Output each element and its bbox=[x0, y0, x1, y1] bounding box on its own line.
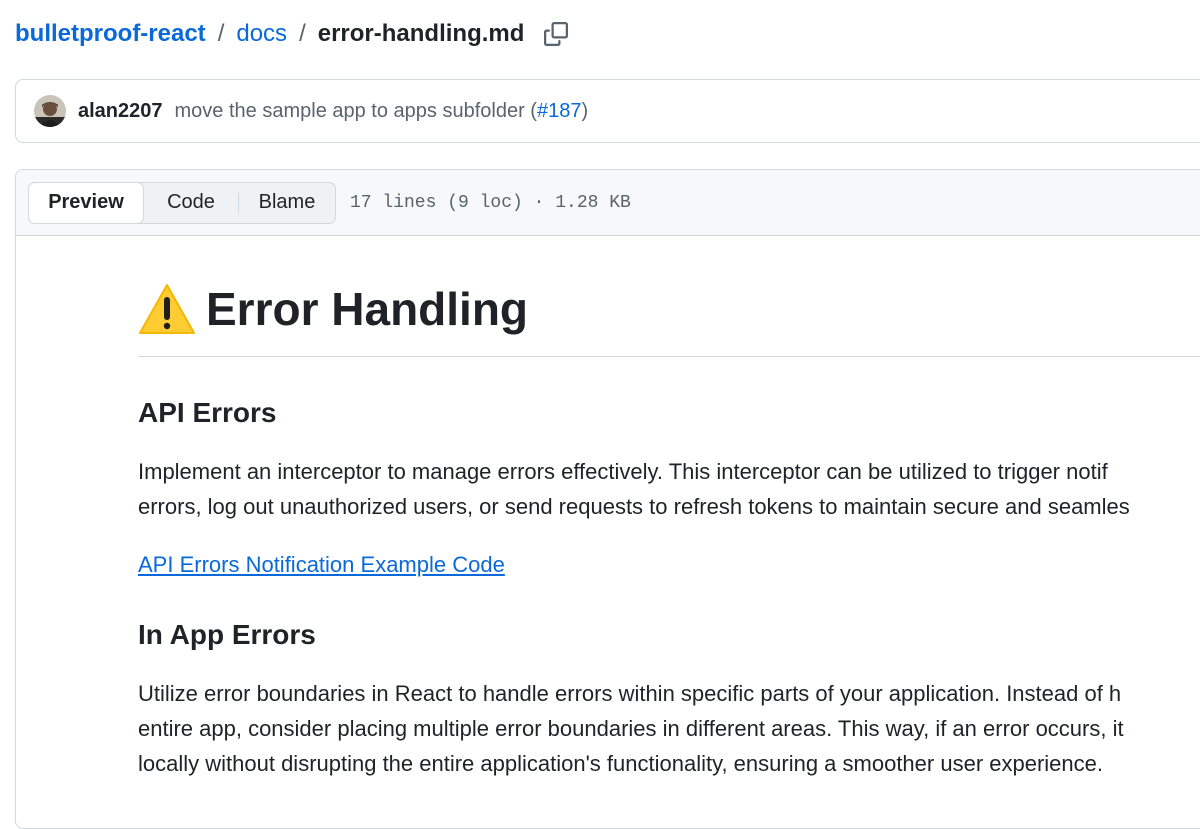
copy-icon bbox=[544, 22, 569, 46]
breadcrumb-folder-link[interactable]: docs bbox=[236, 20, 287, 48]
warning-icon bbox=[139, 284, 195, 334]
paragraph-line: Implement an interceptor to manage error… bbox=[138, 459, 1108, 484]
paragraph-line: errors, log out unauthorized users, or s… bbox=[138, 494, 1130, 519]
commit-message[interactable]: move the sample app to apps subfolder ( bbox=[175, 100, 537, 123]
breadcrumb-separator: / bbox=[217, 20, 225, 47]
tab-code[interactable]: Code bbox=[144, 183, 238, 223]
file-meta-info: 17 lines (9 loc) · 1.28 KB bbox=[350, 192, 631, 213]
avatar[interactable] bbox=[34, 95, 66, 127]
commit-pr-link[interactable]: #187 bbox=[537, 100, 582, 123]
breadcrumb-separator: / bbox=[299, 20, 306, 47]
section-heading-in-app-errors: In App Errors bbox=[138, 619, 316, 650]
breadcrumb-current-file: error-handling.md bbox=[317, 20, 525, 47]
paragraph-line: entire app, consider placing multiple er… bbox=[138, 716, 1124, 741]
copy-path-button[interactable] bbox=[542, 20, 570, 48]
page-title: Error Handling bbox=[206, 283, 529, 335]
commit-message-end: ) bbox=[581, 99, 589, 122]
tab-blame[interactable]: Blame bbox=[239, 183, 335, 223]
paragraph-line: locally without disrupting the entire ap… bbox=[138, 751, 1103, 776]
commit-author-link[interactable]: alan2207 bbox=[78, 100, 163, 123]
file-header: Preview Code Blame 17 lines (9 loc) · 1.… bbox=[16, 170, 1200, 236]
breadcrumb-repo-link[interactable]: bulletproof-react bbox=[15, 20, 206, 48]
section-heading-api-errors: API Errors bbox=[138, 397, 277, 428]
title-heading-wrap: Error Handling bbox=[138, 282, 1200, 357]
breadcrumb: bulletproof-react / docs / error-handlin… bbox=[15, 14, 570, 54]
avatar-image bbox=[34, 95, 66, 127]
latest-commit-bar: alan2207 move the sample app to apps sub… bbox=[15, 79, 1200, 143]
tab-preview[interactable]: Preview bbox=[28, 181, 144, 224]
api-errors-example-link[interactable]: API Errors Notification Example Code bbox=[138, 550, 505, 580]
file-viewer: Preview Code Blame 17 lines (9 loc) · 1.… bbox=[15, 169, 1200, 829]
view-mode-tabs: Preview Code Blame bbox=[28, 181, 336, 224]
paragraph-line: Utilize error boundaries in React to han… bbox=[138, 681, 1122, 706]
